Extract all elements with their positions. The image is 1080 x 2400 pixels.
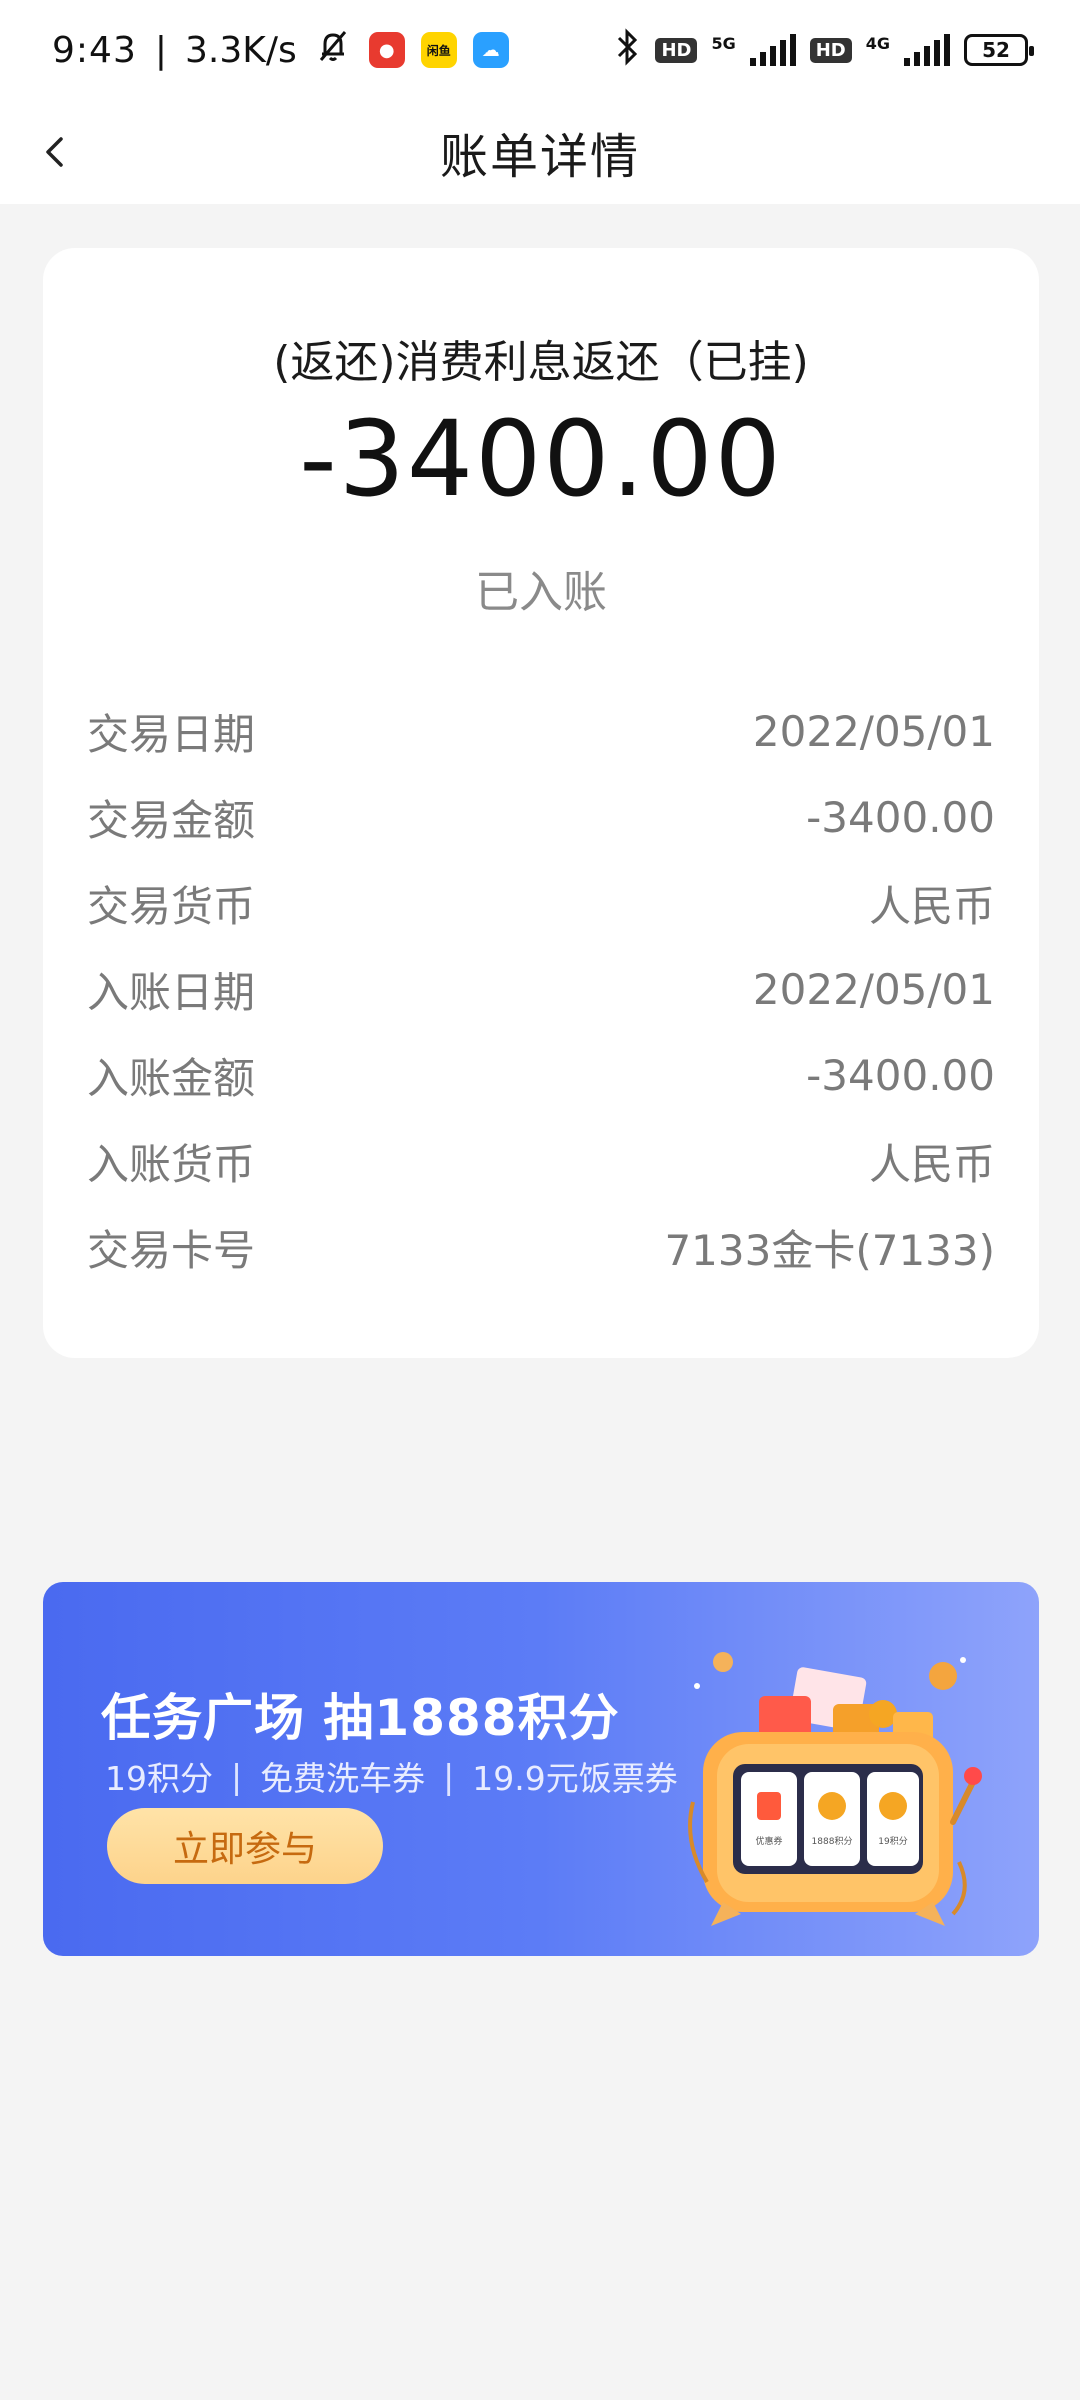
battery-icon: 52 <box>964 34 1034 66</box>
row-value: -3400.00 <box>806 792 995 842</box>
status-time: 9:43 <box>52 29 137 71</box>
detail-list: 交易日期 2022/05/01 交易金额 -3400.00 交易货币 人民币 入… <box>87 688 995 1290</box>
row-value: 人民币 <box>868 1139 995 1189</box>
row-label: 交易金额 <box>87 795 256 845</box>
bluetooth-icon <box>613 28 641 72</box>
reel-label-3: 19积分 <box>878 1835 907 1847</box>
status-right: HD 5G HD 4G 52 <box>613 28 1034 72</box>
banner-sub-separator: | <box>231 1756 243 1796</box>
row-label: 交易卡号 <box>87 1225 256 1275</box>
detail-row-transaction-amount: 交易金额 -3400.00 <box>87 774 995 860</box>
banner-sub-item: 免费洗车券 <box>260 1759 426 1798</box>
nav-header: 账单详情 <box>0 100 1080 204</box>
hd-badge-2: HD <box>809 37 852 63</box>
detail-row-transaction-currency: 交易货币 人民币 <box>87 860 995 946</box>
row-label: 入账日期 <box>87 967 256 1017</box>
row-label: 交易货币 <box>87 881 256 931</box>
network-speed: 3.3K/s <box>184 29 297 71</box>
transaction-status: 已入账 <box>475 567 607 618</box>
row-value: 7133金卡(7133) <box>664 1225 995 1275</box>
reel-label-1: 优惠券 <box>755 1835 782 1847</box>
detail-row-card-number: 交易卡号 7133金卡(7133) <box>87 1204 995 1290</box>
mute-bell-icon <box>313 26 353 75</box>
chevron-left-icon <box>46 137 63 167</box>
status-left: 9:43 | 3.3K/s ● 闲鱼 ☁ <box>52 26 509 75</box>
row-value: 2022/05/01 <box>752 706 995 756</box>
join-now-button[interactable]: 立即参与 <box>107 1808 383 1884</box>
status-bar: 9:43 | 3.3K/s ● 闲鱼 ☁ HD 5G HD 4G 52 <box>0 0 1080 100</box>
hd-badge-1: HD <box>655 37 698 63</box>
banner-sub-separator: | <box>443 1756 455 1796</box>
reel-label-2: 1888积分 <box>812 1835 853 1847</box>
network-type-5g: 5G <box>711 33 736 53</box>
transaction-detail-card: (返还)消费利息返还（已挂) -3400.00 已入账 交易日期 2022/05… <box>43 248 1039 1358</box>
app-notification-icon-red: ● <box>368 32 405 68</box>
status-separator: | <box>154 29 167 71</box>
row-label: 交易日期 <box>87 709 256 759</box>
network-type-4g: 4G <box>865 33 890 53</box>
page-title: 账单详情 <box>439 129 640 185</box>
slot-machine-illustration-icon: 优惠券 1888积分 19积分 <box>688 1652 982 1926</box>
detail-row-transaction-date: 交易日期 2022/05/01 <box>87 688 995 774</box>
back-button[interactable] <box>26 122 86 182</box>
banner-sub-item: 19.9元饭票券 <box>472 1759 678 1798</box>
detail-row-posting-amount: 入账金额 -3400.00 <box>87 1032 995 1118</box>
row-value: 2022/05/01 <box>752 964 995 1014</box>
detail-row-posting-date: 入账日期 2022/05/01 <box>87 946 995 1032</box>
row-label: 入账货币 <box>87 1139 256 1189</box>
transaction-title: (返还)消费利息返还（已挂) <box>273 337 809 388</box>
task-plaza-banner[interactable]: 任务广场 抽1888积分 19积分 | 免费洗车券 | 19.9元饭票券 立即参… <box>43 1582 1039 1956</box>
signal-strength-icon-2 <box>904 34 950 66</box>
cloud-app-icon: ☁ <box>472 32 509 68</box>
banner-sub-item: 19积分 <box>105 1759 213 1798</box>
signal-strength-icon-1 <box>749 34 796 66</box>
banner-subtitle: 19积分 | 免费洗车券 | 19.9元饭票券 <box>105 1752 678 1800</box>
xianyu-app-icon: 闲鱼 <box>420 32 457 68</box>
detail-row-posting-currency: 入账货币 人民币 <box>87 1118 995 1204</box>
row-value: 人民币 <box>868 881 995 931</box>
transaction-amount: -3400.00 <box>299 398 783 520</box>
row-label: 入账金额 <box>87 1053 256 1103</box>
row-value: -3400.00 <box>806 1050 995 1100</box>
banner-title: 任务广场 抽1888积分 <box>101 1689 620 1747</box>
